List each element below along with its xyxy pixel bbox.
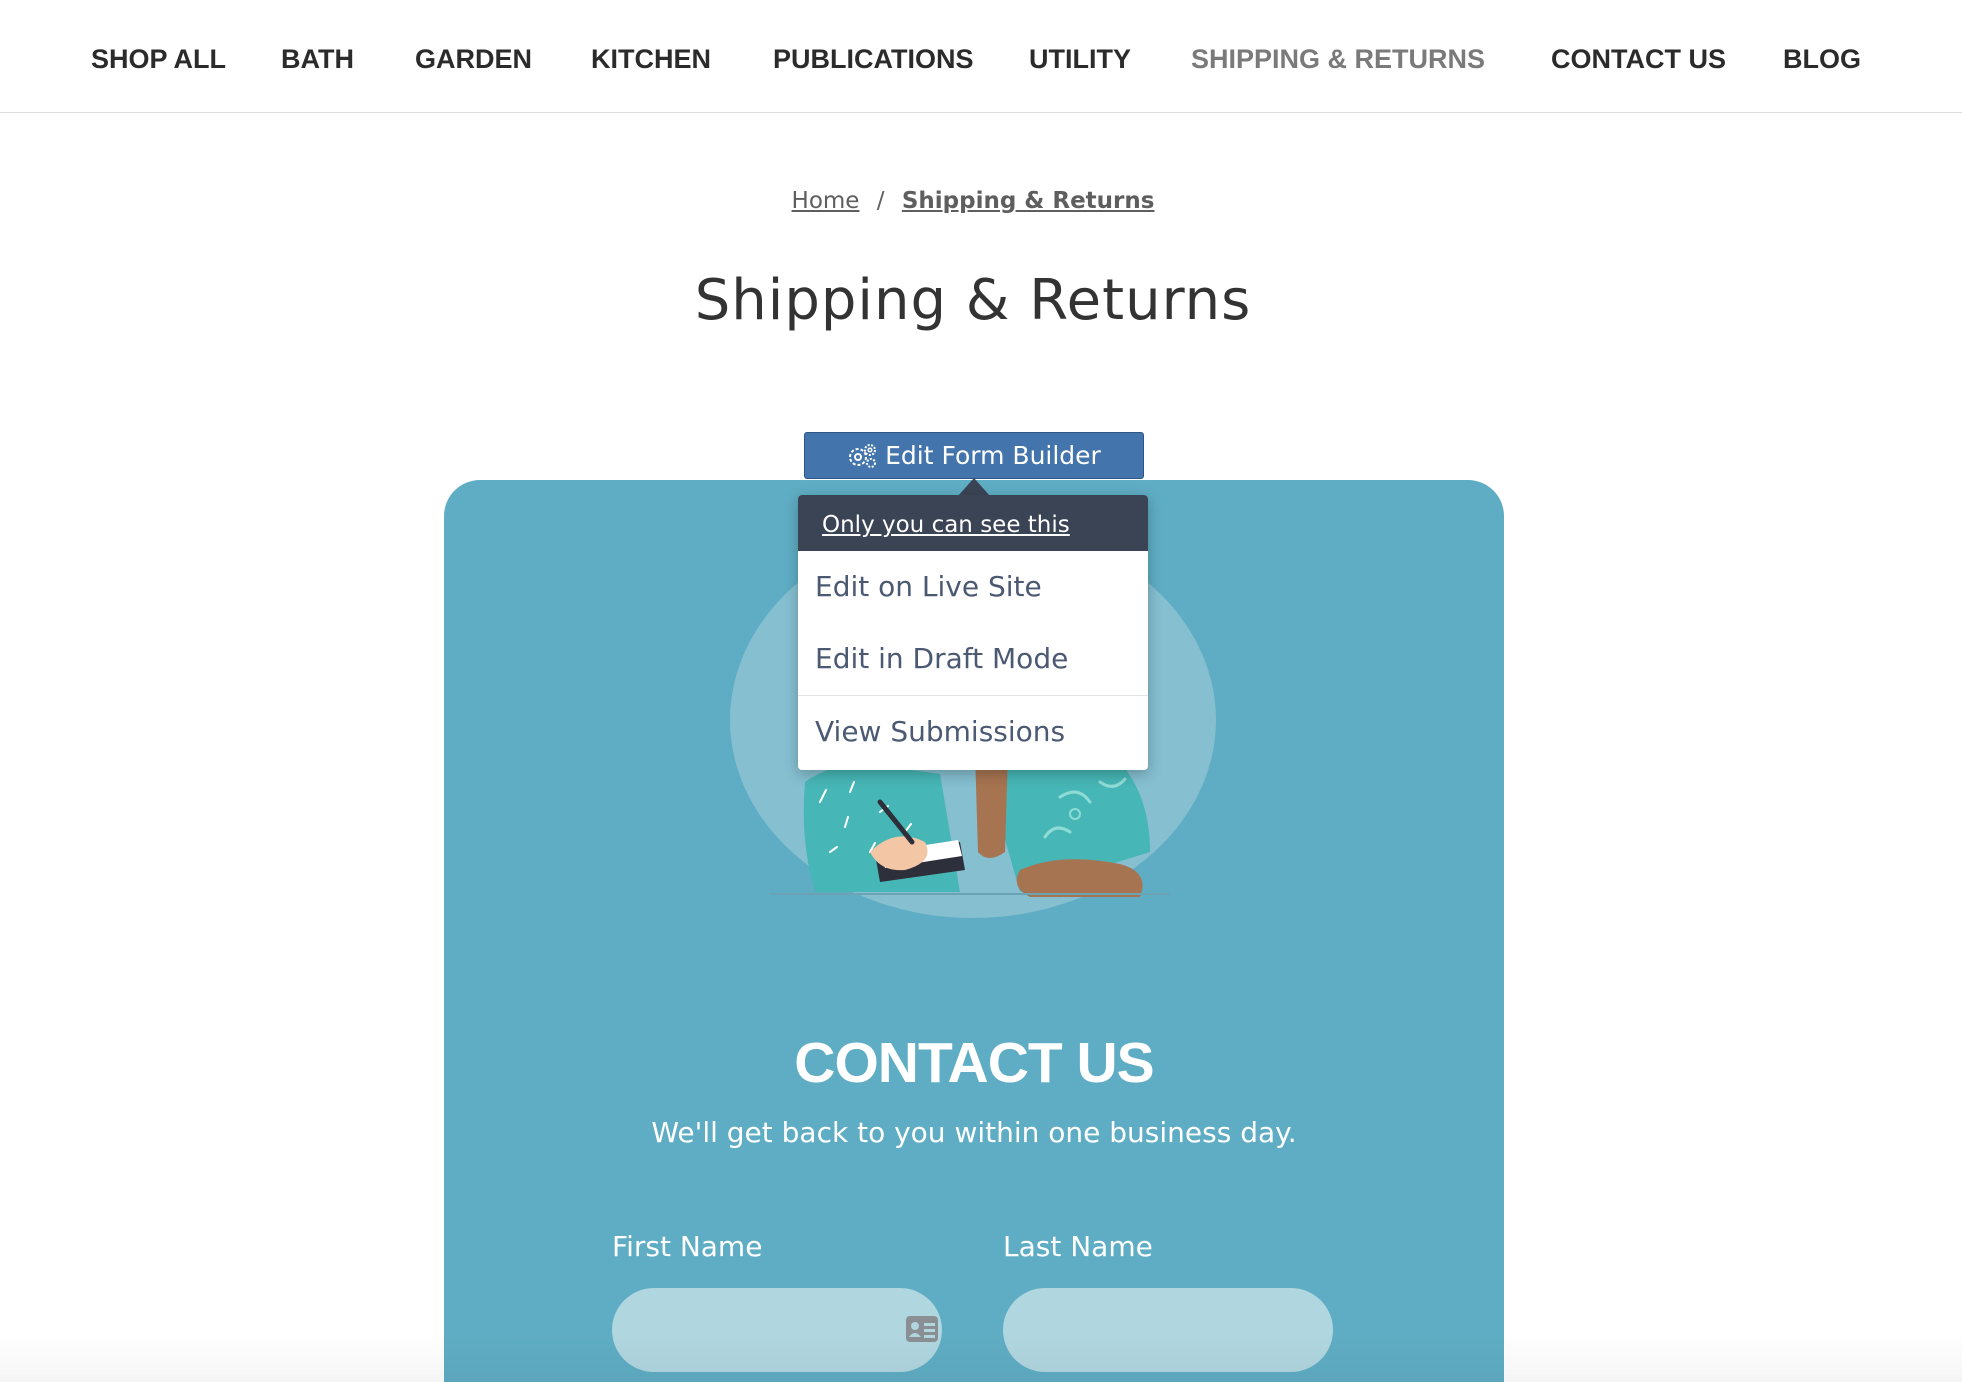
page-title: Shipping & Returns [694,268,1252,333]
menu-item-view-submissions[interactable]: View Submissions [798,696,1148,768]
nav-item-contact-us[interactable]: CONTACT US [1551,40,1726,78]
last-name-input[interactable] [1003,1288,1333,1372]
nav-item-utility[interactable]: UTILITY [1029,40,1131,78]
nav-item-shipping-returns[interactable]: SHIPPING & RETURNS [1191,40,1485,78]
breadcrumb-separator: / [876,188,885,214]
breadcrumb: Home / Shipping & Returns [0,188,1946,214]
nav-item-shop-all[interactable]: SHOP ALL [91,40,226,78]
first-name-label: First Name [612,1230,763,1263]
contact-form-subtitle: We'll get back to you within one busines… [651,1116,1297,1149]
nav-item-bath[interactable]: BATH [281,40,354,78]
edit-form-builder-button[interactable]: Edit Form Builder [804,432,1144,479]
nav-item-garden[interactable]: GARDEN [415,40,532,78]
contact-form-title: CONTACT US [794,1031,1154,1095]
breadcrumb-current-link[interactable]: Shipping & Returns [902,188,1155,214]
first-name-input[interactable] [612,1288,942,1372]
top-navigation: SHOP ALL BATH GARDEN KITCHEN PUBLICATION… [0,0,1962,113]
nav-item-publications[interactable]: PUBLICATIONS [773,40,974,78]
breadcrumb-home-link[interactable]: Home [792,188,860,214]
form-builder-menu: Only you can see this Edit on Live Site … [798,495,1148,770]
contact-card-icon[interactable] [905,1314,939,1344]
gears-icon [849,443,877,468]
nav-item-blog[interactable]: BLOG [1783,40,1861,78]
menu-item-edit-draft-mode[interactable]: Edit in Draft Mode [798,623,1148,695]
menu-pointer [958,478,990,496]
edit-form-builder-label: Edit Form Builder [885,441,1101,470]
menu-item-edit-live-site[interactable]: Edit on Live Site [798,551,1148,623]
nav-item-kitchen[interactable]: KITCHEN [591,40,711,78]
last-name-label: Last Name [1003,1230,1153,1263]
menu-header-note[interactable]: Only you can see this [798,495,1148,551]
